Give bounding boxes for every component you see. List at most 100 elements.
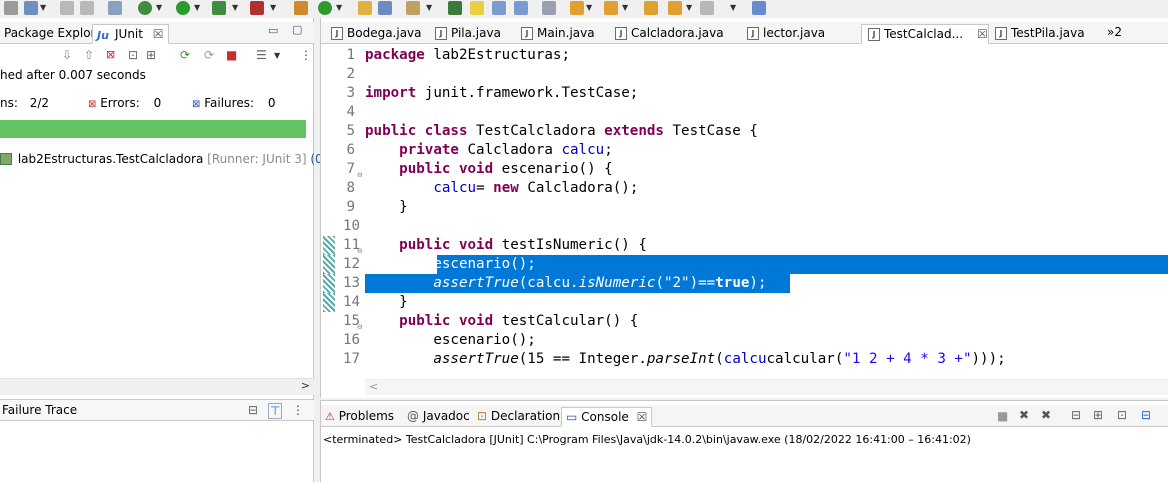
editor-tab[interactable]: J Pila.java [429, 24, 501, 44]
editor-tab[interactable]: J Main.java [515, 24, 595, 44]
next-failure-icon[interactable]: ⇩ [62, 48, 72, 62]
scroll-right-icon[interactable]: > [301, 379, 310, 392]
code-line[interactable]: 13 assertTrue(calcu.isNumeric("2")==true… [321, 274, 1168, 293]
maximize-icon[interactable]: ▢ [292, 23, 302, 36]
prev-annotation-icon[interactable] [604, 1, 618, 15]
pin-editor-icon[interactable] [752, 1, 766, 15]
search-icon[interactable] [378, 1, 392, 15]
code-token: public void [365, 161, 494, 177]
code-line[interactable]: 3 import junit.framework.TestCase; [321, 84, 1168, 103]
code-line[interactable]: 4 [321, 103, 1168, 122]
scroll-left-icon[interactable]: < [369, 380, 378, 393]
code-line[interactable]: 9 } [321, 198, 1168, 217]
tab-declaration[interactable]: ⊡ Declaration [477, 407, 560, 427]
chevron-down-icon[interactable]: ▼ [274, 51, 280, 60]
minimize-icon[interactable]: ▭ [268, 24, 278, 37]
code-line[interactable]: 5 public class TestCalcladora extends Tes… [321, 122, 1168, 141]
coverage-icon[interactable] [212, 1, 226, 15]
history-icon[interactable]: ☰ [256, 48, 267, 62]
filter-stack-icon[interactable]: ⊟ [248, 403, 258, 417]
chevron-down-icon[interactable]: ▼ [194, 3, 200, 12]
block-selection-icon[interactable] [492, 1, 506, 15]
horizontal-scrollbar[interactable]: > [0, 378, 314, 395]
tab-junit[interactable]: Ju JUnit ☒ [92, 24, 169, 44]
tab-problems[interactable]: ⚠ Problems [325, 407, 394, 427]
new-wizard-icon[interactable] [24, 1, 38, 15]
layout-icon[interactable]: ⊞ [146, 48, 156, 62]
code-line[interactable]: 17 assertTrue(15 == Integer.parseInt(cal… [321, 350, 1168, 369]
forward-icon[interactable] [700, 1, 714, 15]
compare-icon[interactable]: ⊤ [268, 403, 283, 419]
rerun-icon[interactable]: ⟳ [180, 48, 190, 62]
show-failures-only-icon[interactable]: ⊠ [106, 48, 115, 61]
code-line[interactable]: 1 package lab2Estructuras; [321, 46, 1168, 65]
view-menu-icon[interactable]: ⋮ [300, 48, 312, 62]
close-icon[interactable]: ☒ [153, 27, 164, 41]
code-line[interactable]: 2 [321, 65, 1168, 84]
new-icon[interactable] [4, 1, 18, 15]
chevron-down-icon[interactable]: ▼ [426, 3, 432, 12]
chevron-down-icon[interactable]: ▼ [586, 3, 592, 12]
close-icon[interactable]: ☒ [977, 27, 988, 41]
view-menu-icon[interactable]: ⋮ [292, 403, 304, 417]
chevron-down-icon[interactable]: ▼ [336, 3, 342, 12]
new-class-icon[interactable] [318, 1, 332, 15]
stop-icon[interactable]: ■ [226, 48, 237, 62]
code-line[interactable]: 14 } [321, 293, 1168, 312]
last-edit-icon[interactable] [644, 1, 658, 15]
tab-javadoc[interactable]: @ Javadoc [407, 407, 470, 427]
tab-console[interactable]: ▭ Console ☒ [561, 407, 653, 427]
editor-tab[interactable]: J TestPila.java [989, 24, 1085, 44]
scroll-lock-icon[interactable]: ⊡ [128, 48, 138, 62]
pin-console-icon[interactable]: ⊟ [1141, 408, 1151, 422]
code-line[interactable]: 7 ⊖ public void escenario() { [321, 160, 1168, 179]
test-tree-item[interactable]: lab2Estructuras.TestCalcladora [Runner: … [0, 152, 364, 170]
editor-tab[interactable]: J Bodega.java [325, 24, 422, 44]
show-whitespace-icon[interactable] [542, 1, 556, 15]
clear-console-icon[interactable]: ⊟ [1071, 408, 1081, 422]
remove-all-icon[interactable]: ✖ [1041, 408, 1051, 422]
chevron-down-icon[interactable]: ▼ [730, 3, 736, 12]
perspective-icon[interactable] [448, 1, 462, 15]
code-token: Calcladora(); [518, 180, 639, 196]
chevron-down-icon[interactable]: ▼ [232, 3, 238, 12]
word-wrap-icon[interactable] [514, 1, 528, 15]
chevron-down-icon[interactable]: ▼ [40, 3, 46, 12]
save-all-icon[interactable] [80, 1, 94, 15]
external-tools-icon[interactable] [250, 1, 264, 15]
new-java-project-icon[interactable] [294, 1, 308, 15]
editor-tab[interactable]: J TestCalclad... ☒ [861, 24, 989, 44]
scroll-lock-icon[interactable]: ⊞ [1093, 408, 1103, 422]
toggle-breakpoint-icon[interactable] [108, 1, 122, 15]
code-line[interactable]: 11 ⊖ public void testIsNumeric() { [321, 236, 1168, 255]
close-icon[interactable]: ☒ [637, 410, 648, 424]
run-icon[interactable] [176, 1, 190, 15]
chevron-down-icon[interactable]: ▼ [686, 3, 692, 12]
code-line[interactable]: 6 private Calcladora calcu; [321, 141, 1168, 160]
remove-launch-icon[interactable]: ✖ [1019, 408, 1029, 422]
chevron-down-icon[interactable]: ▼ [156, 3, 162, 12]
word-wrap-icon[interactable]: ⊡ [1117, 408, 1127, 422]
debug-icon[interactable] [138, 1, 152, 15]
next-annotation-icon[interactable] [570, 1, 584, 15]
rerun-failed-icon[interactable]: ⟳ [204, 48, 214, 62]
code-line[interactable]: 8 calcu= new Calcladora(); [321, 179, 1168, 198]
code-line[interactable]: 16 escenario(); [321, 331, 1168, 350]
wrench-icon[interactable] [406, 1, 420, 15]
code-line[interactable]: 15 ⊖ public void testCalcular() { [321, 312, 1168, 331]
chevron-down-icon[interactable]: ▼ [270, 3, 276, 12]
editor-tab[interactable]: J Calcladora.java [609, 24, 724, 44]
more-tabs-button[interactable]: »2 [1107, 25, 1122, 39]
highlight-icon[interactable] [470, 1, 484, 15]
chevron-down-icon[interactable]: ▼ [622, 3, 628, 12]
code-line[interactable]: 10 [321, 217, 1168, 236]
save-icon[interactable] [60, 1, 74, 15]
terminate-icon[interactable]: ■ [997, 409, 1008, 423]
back-icon[interactable] [668, 1, 682, 15]
prev-failure-icon[interactable]: ⇧ [84, 48, 94, 62]
editor-tab[interactable]: Jlector.java [741, 24, 825, 44]
editor-horizontal-scrollbar[interactable]: < [365, 379, 1168, 395]
code-line[interactable]: 12 escenario(); [321, 255, 1168, 274]
code-view[interactable]: 1 package lab2Estructuras; 2 3 import junit.… [321, 46, 1168, 379]
open-type-icon[interactable] [358, 1, 372, 15]
